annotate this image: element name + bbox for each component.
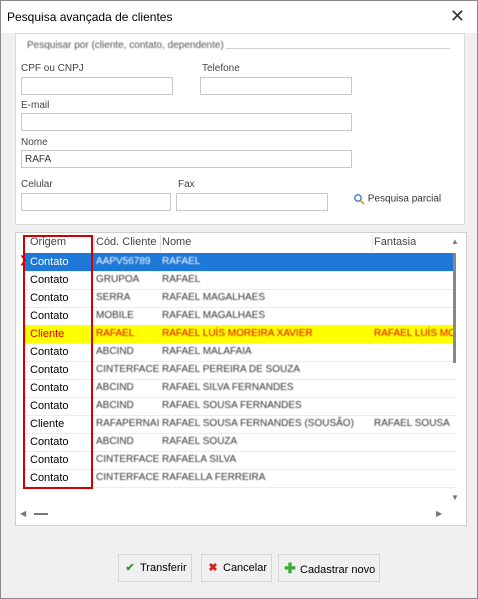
- register-new-button[interactable]: ✚ Cadastrar novo: [278, 554, 381, 582]
- partial-search-label: Pesquisa parcial: [367, 193, 442, 205]
- horizontal-scroll-thumb[interactable]: [34, 513, 48, 515]
- scroll-left-icon[interactable]: ◀: [20, 509, 26, 518]
- cell-codigo: CINTERFACE: [96, 454, 160, 465]
- cell-nome: RAFAEL MAGALHAES: [162, 310, 265, 321]
- mobile-field[interactable]: [21, 193, 171, 211]
- email-label: E-mail: [21, 100, 50, 111]
- cell-codigo: AAPV56789: [96, 256, 151, 267]
- cell-codigo: CINTERFACE: [96, 364, 160, 375]
- fax-label: Fax: [178, 179, 195, 190]
- cell-nome: RAFAEL SOUSA FERNANDES (SOUSÃO): [162, 418, 354, 429]
- magnifier-icon: [354, 194, 365, 205]
- cancel-label: Cancelar: [223, 562, 268, 574]
- cell-nome: RAFAEL SOUSA FERNANDES: [162, 400, 302, 411]
- cell-nome: RAFAELA SILVA: [162, 454, 237, 465]
- dialog-window: Pesquisa avançada de clientes ✕ Pesquisa…: [0, 0, 478, 599]
- cpf-label: CPF ou CNPJ: [21, 63, 84, 74]
- x-icon: ✖: [208, 562, 218, 574]
- cell-fantasia: RAFAEL SOUSA: [374, 418, 450, 429]
- cell-codigo: RAFAPERNAI: [96, 418, 160, 429]
- close-icon[interactable]: ✕: [450, 6, 465, 26]
- cpf-field[interactable]: [21, 77, 173, 95]
- col-divider: [372, 235, 373, 251]
- scroll-down-icon[interactable]: ▼: [451, 493, 459, 502]
- cell-nome: RAFAEL MAGALHAES: [162, 292, 265, 303]
- window-title: Pesquisa avançada de clientes: [7, 10, 173, 24]
- cell-codigo: ABCIND: [96, 382, 134, 393]
- cell-codigo: ABCIND: [96, 436, 134, 447]
- transfer-label: Transferir: [140, 562, 187, 574]
- cell-nome: RAFAEL: [162, 274, 201, 285]
- cell-nome: RAFAEL PEREIRA DE SOUZA: [162, 364, 301, 375]
- phone-field[interactable]: [200, 77, 352, 95]
- cell-codigo: RAFAEL: [96, 328, 135, 339]
- col-divider: [94, 235, 95, 251]
- fax-field[interactable]: [176, 193, 328, 211]
- cell-nome: RAFAEL SILVA FERNANDES: [162, 382, 294, 393]
- name-field[interactable]: RAFA: [21, 150, 352, 168]
- col-header-fantasia[interactable]: Fantasia: [374, 233, 416, 251]
- cell-nome: RAFAEL LUÍS MOREIRA XAVIER: [162, 328, 313, 339]
- scroll-up-icon[interactable]: ▲: [451, 237, 459, 246]
- cell-nome: RAFAEL MALAFAIA: [162, 346, 252, 357]
- cell-codigo: ABCIND: [96, 400, 134, 411]
- phone-label: Telefone: [202, 63, 240, 74]
- col-header-codigo[interactable]: Cód. Cliente: [96, 233, 157, 251]
- plus-icon: ✚: [284, 560, 296, 576]
- check-icon: ✔: [125, 562, 135, 574]
- partial-search-button[interactable]: Pesquisa parcial: [353, 193, 441, 205]
- search-legend: Pesquisar por (cliente, contato, depende…: [25, 40, 226, 51]
- mobile-label: Celular: [21, 179, 53, 190]
- title-bar: Pesquisa avançada de clientes ✕: [1, 1, 477, 33]
- cell-codigo: CINTERFACE: [96, 472, 160, 483]
- cell-codigo: GRUPOA: [96, 274, 140, 285]
- cell-codigo: SERRA: [96, 292, 131, 303]
- name-label: Nome: [21, 137, 48, 148]
- register-new-label: Cadastrar novo: [300, 564, 376, 576]
- cancel-button[interactable]: ✖ Cancelar: [201, 554, 273, 582]
- cell-nome: RAFAEL: [162, 256, 201, 267]
- vertical-scroll-thumb[interactable]: [453, 253, 456, 363]
- transfer-button[interactable]: ✔ Transferir: [118, 554, 192, 582]
- col-header-nome[interactable]: Nome: [162, 233, 191, 251]
- vertical-scrollbar[interactable]: ▲ ▼: [450, 237, 460, 503]
- annotation-highlight-box: [23, 235, 93, 489]
- cell-codigo: MOBILE: [96, 310, 134, 321]
- cell-codigo: ABCIND: [96, 346, 134, 357]
- scroll-right-icon[interactable]: ▶: [436, 509, 442, 518]
- cell-nome: RAFAEL SOUZA: [162, 436, 238, 447]
- cell-fantasia: RAFAEL LUÍS MO: [374, 328, 454, 339]
- col-divider: [160, 235, 161, 251]
- email-field[interactable]: [21, 113, 352, 131]
- cell-nome: RAFAELLA FERREIRA: [162, 472, 266, 483]
